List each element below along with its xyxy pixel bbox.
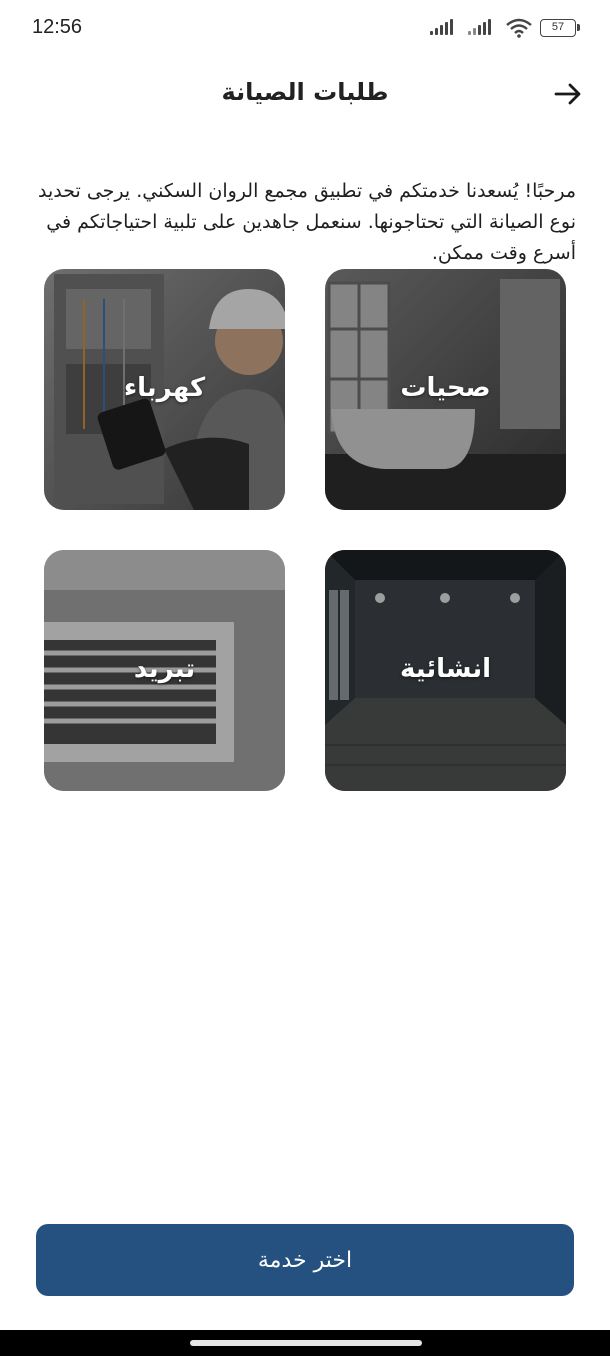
service-card-sanitary[interactable]: صحيات <box>325 269 566 510</box>
service-card-construction[interactable]: انشائية <box>325 550 566 791</box>
status-icons: 57 <box>430 18 580 38</box>
choose-service-button[interactable]: اختر خدمة <box>36 1224 574 1296</box>
battery-level: 57 <box>551 21 565 33</box>
service-label-cooling: تبريد <box>133 654 196 684</box>
status-time: 12:56 <box>32 16 83 38</box>
service-label-construction: انشائية <box>399 654 492 684</box>
service-grid: صحيات كهرباء انشائية تبريد <box>44 269 566 791</box>
service-card-cooling[interactable]: تبريد <box>44 550 285 791</box>
arrow-right-icon[interactable] <box>552 78 584 110</box>
wifi-icon <box>506 18 532 38</box>
service-card-electric[interactable]: كهرباء <box>44 269 285 510</box>
service-label-electric: كهرباء <box>123 373 206 403</box>
status-bar: 12:56 57 <box>0 0 610 58</box>
navigation-bar <box>0 1330 610 1356</box>
service-label-sanitary: صحيات <box>400 373 491 403</box>
signal-icon <box>468 19 498 37</box>
intro-text: مرحبًا! يُسعدنا خدمتكم في تطبيق مجمع الر… <box>38 180 576 264</box>
home-indicator[interactable] <box>190 1340 422 1346</box>
page-title: طلبات الصيانة <box>221 78 389 106</box>
signal-icon <box>430 19 460 37</box>
header: طلبات الصيانة <box>0 58 610 130</box>
battery-icon: 57 <box>540 19 580 37</box>
